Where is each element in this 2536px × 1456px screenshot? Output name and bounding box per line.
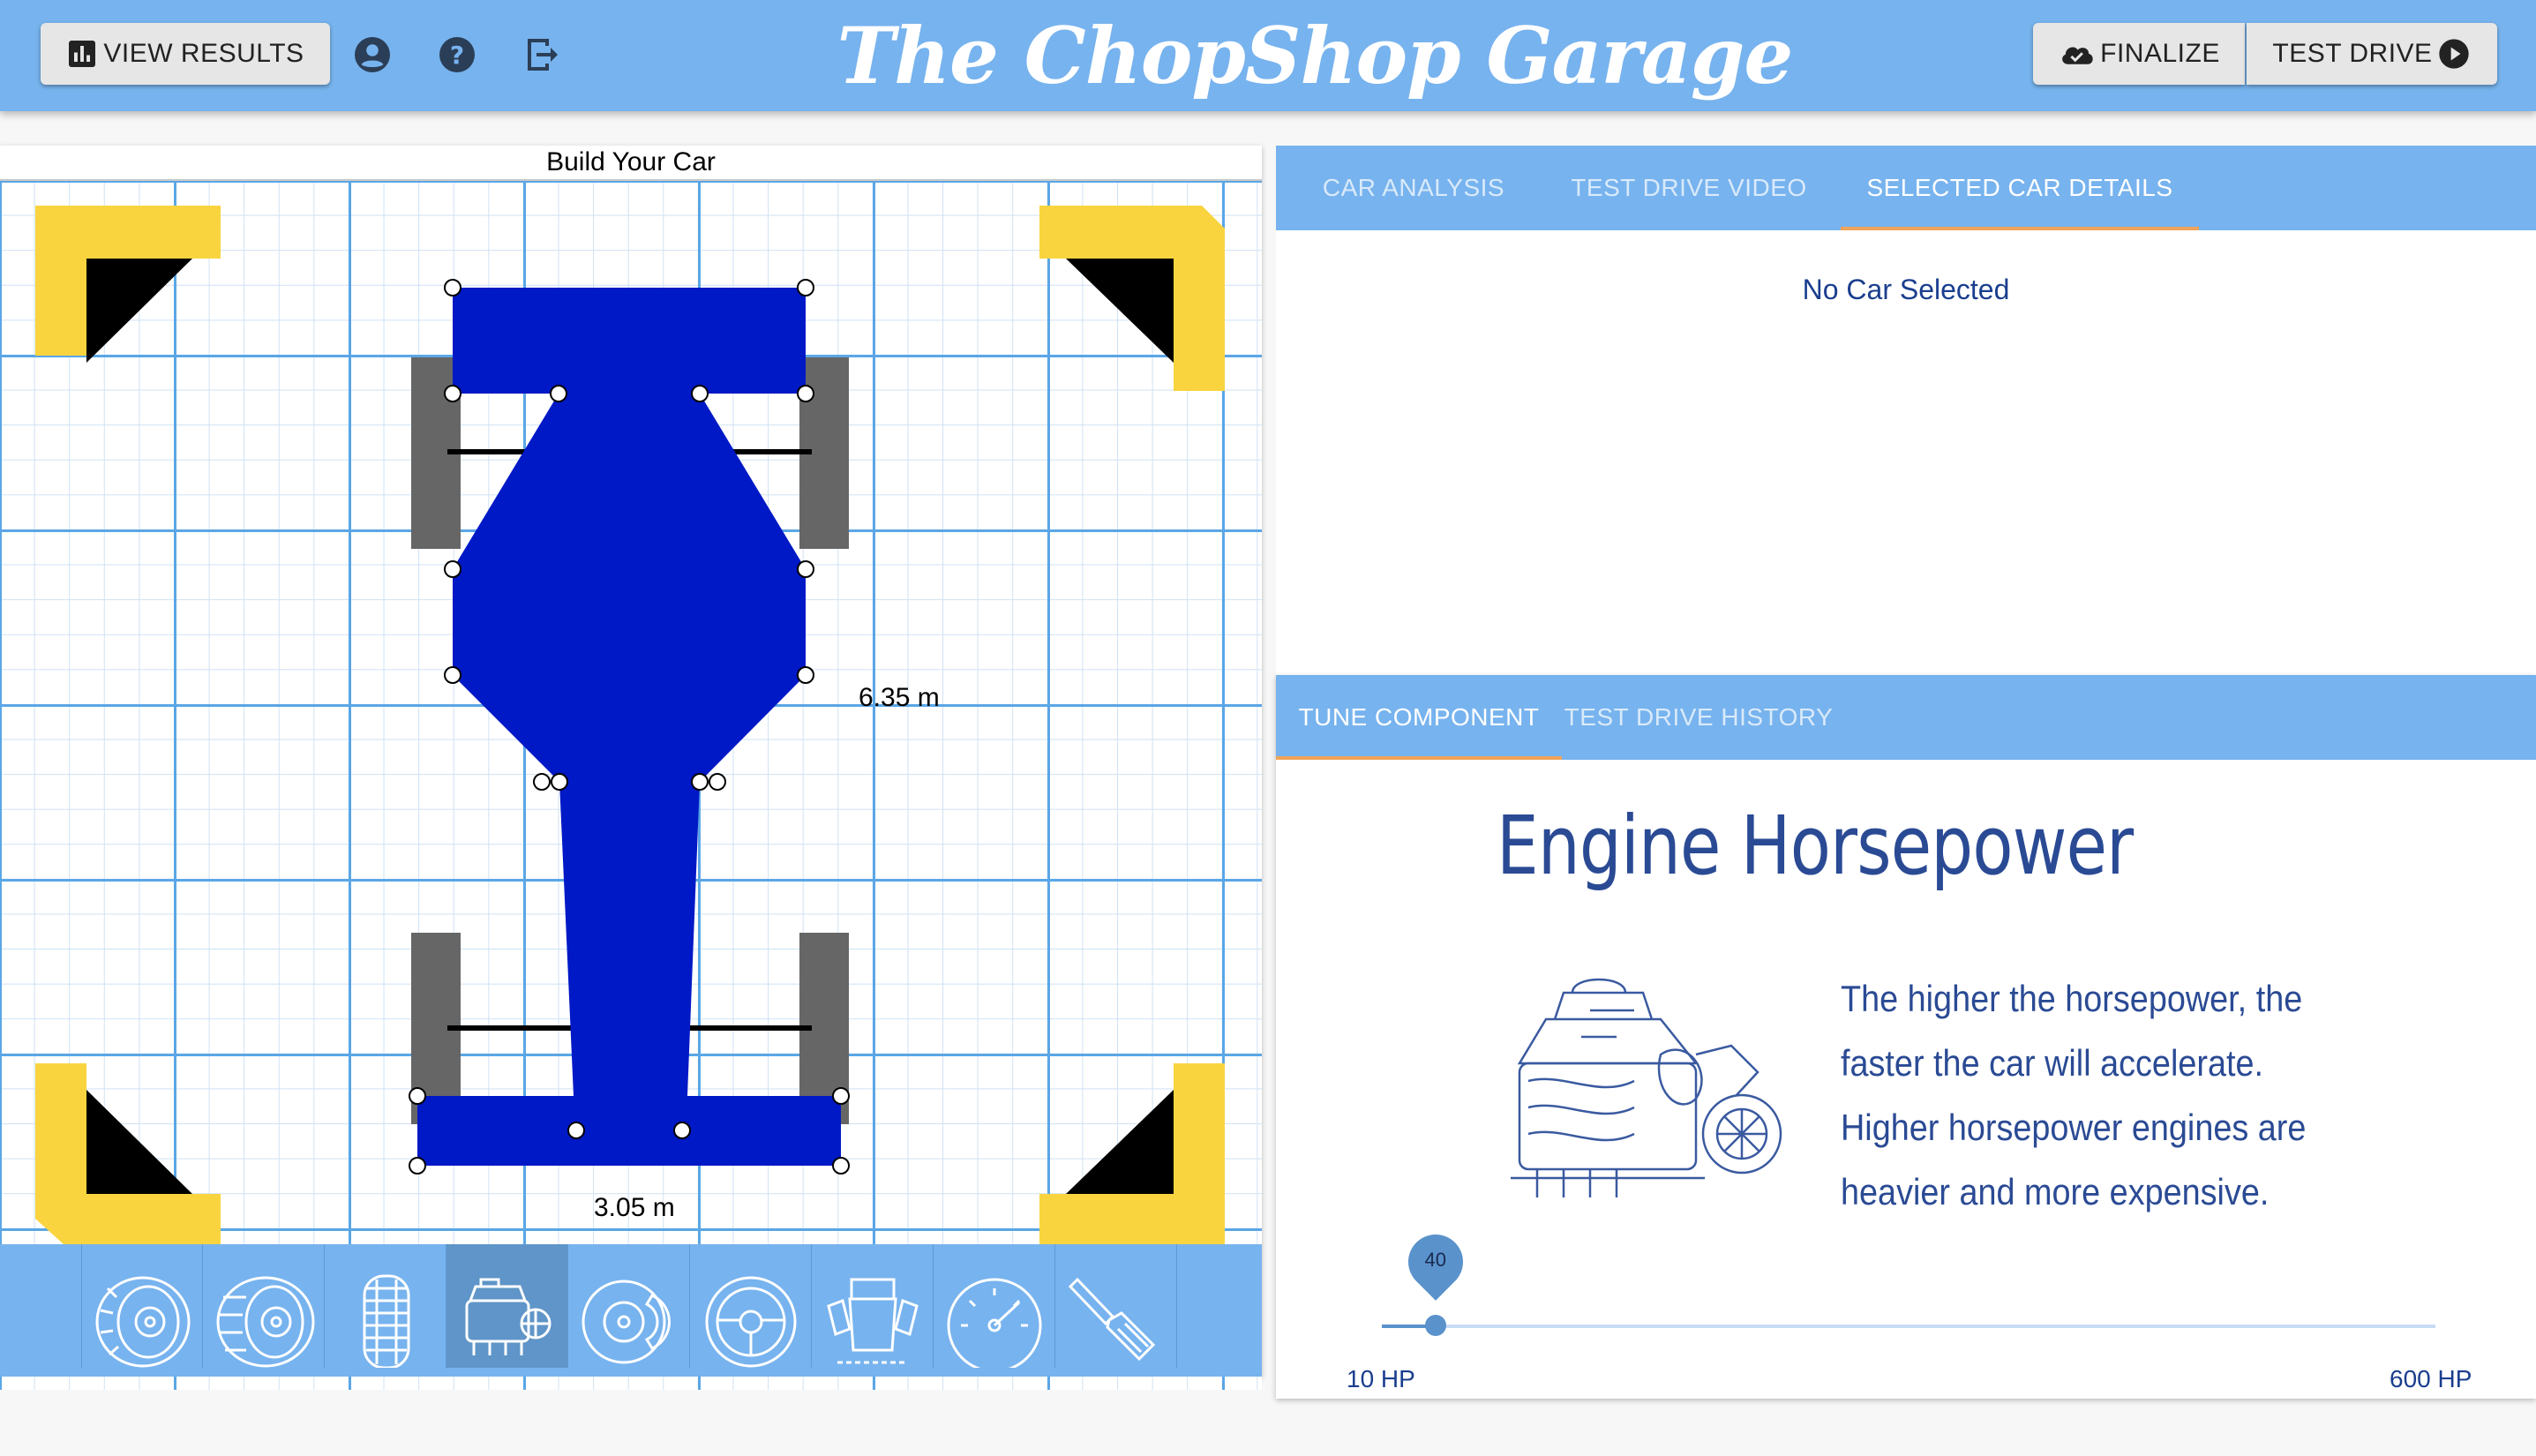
tune-component-heading: Engine Horsepower: [1497, 799, 2134, 893]
car-body[interactable]: [417, 288, 841, 1166]
tab-test-drive-video[interactable]: TEST DRIVE VIDEO: [1551, 146, 1827, 230]
parts-toolbar: [0, 1244, 1262, 1377]
description-line-4: heavier and more expensive.: [1841, 1171, 2270, 1212]
part-chassis-button[interactable]: [812, 1244, 934, 1368]
slider-value-label: 40: [1424, 1249, 1446, 1271]
description-line-1: The higher the horsepower, the: [1841, 978, 2303, 1019]
tune-description: The higher the horsepower, the faster th…: [1841, 966, 2397, 1224]
tab-car-analysis[interactable]: CAR ANALYSIS: [1276, 146, 1551, 230]
car-info-panel: CAR ANALYSIS TEST DRIVE VIDEO SELECTED C…: [1276, 146, 2536, 675]
test-drive-label: TEST DRIVE: [2272, 39, 2433, 68]
corner-marker-top-right: [1039, 206, 1225, 391]
tab-test-drive-history[interactable]: TEST DRIVE HISTORY: [1562, 675, 1835, 760]
engine-illustration: [1511, 978, 1782, 1197]
part-speedometer-button[interactable]: [934, 1244, 1055, 1368]
description-line-3: Higher horsepower engines are: [1841, 1107, 2307, 1148]
slider-thumb[interactable]: [1424, 1315, 1446, 1336]
tab-tune-component[interactable]: TUNE COMPONENT: [1276, 675, 1562, 760]
app-title: The ChopShop Garage: [837, 10, 1794, 101]
bar-chart-icon: [69, 41, 96, 67]
info-tab-bar: CAR ANALYSIS TEST DRIVE VIDEO SELECTED C…: [1276, 146, 2536, 230]
cloud-check-icon: [2062, 47, 2093, 64]
slider-min-label: 10 HP: [1347, 1365, 1415, 1392]
no-car-selected-message: No Car Selected: [1802, 274, 2010, 305]
chassis-icon: [827, 1278, 919, 1364]
part-tire-button[interactable]: [81, 1244, 203, 1368]
paintbrush-icon: [1068, 1277, 1156, 1362]
play-circle-icon: [2438, 39, 2469, 69]
corner-marker-bottom-right: [1039, 1063, 1225, 1244]
wide-tire-icon: [216, 1276, 315, 1368]
builder-title: Build Your Car: [0, 146, 1262, 181]
corner-marker-bottom-left: [35, 1063, 221, 1244]
part-brakes-button[interactable]: [568, 1244, 690, 1368]
car-width-label: 3.05 m: [594, 1193, 675, 1222]
steering-wheel-icon: [705, 1276, 797, 1368]
account-icon[interactable]: [351, 34, 394, 76]
view-results-label: VIEW RESULTS: [103, 39, 304, 68]
build-your-car-panel: Build Your Car 6.35 m 3.05 m: [0, 146, 1262, 1390]
engine-icon: [465, 1278, 551, 1355]
part-paint-button[interactable]: [1055, 1244, 1177, 1368]
part-steering-button[interactable]: [690, 1244, 812, 1368]
part-engine-button[interactable]: [446, 1244, 568, 1368]
finalize-button[interactable]: FINALIZE: [2033, 23, 2245, 85]
corner-marker-top-left: [35, 206, 221, 363]
part-offroad-tire-button[interactable]: [325, 1244, 446, 1368]
app-header: VIEW RESULTS ? The ChopShop Garage FINAL…: [0, 0, 2536, 111]
logout-icon[interactable]: [521, 34, 563, 76]
horsepower-slider[interactable]: 40: [1382, 1223, 2435, 1336]
slider-max-label: 600 HP: [2390, 1365, 2472, 1392]
tab-selected-car-details[interactable]: SELECTED CAR DETAILS: [1841, 146, 2199, 230]
view-results-button[interactable]: VIEW RESULTS: [41, 23, 330, 85]
tune-panel: TUNE COMPONENT TEST DRIVE HISTORY Engine…: [1276, 675, 2536, 1399]
car-length-label: 6.35 m: [859, 683, 940, 712]
brake-disc-icon: [581, 1280, 671, 1364]
test-drive-button[interactable]: TEST DRIVE: [2247, 23, 2497, 85]
description-line-2: faster the car will accelerate.: [1841, 1042, 2263, 1084]
offroad-tire-icon: [363, 1274, 410, 1368]
speedometer-icon: [947, 1278, 1042, 1368]
part-wide-tire-button[interactable]: [203, 1244, 325, 1368]
tire-icon: [95, 1276, 191, 1368]
svg-text:?: ?: [450, 41, 464, 70]
finalize-label: FINALIZE: [2100, 39, 2220, 68]
help-icon[interactable]: ?: [436, 34, 478, 76]
tune-tab-bar: TUNE COMPONENT TEST DRIVE HISTORY: [1276, 675, 2536, 760]
